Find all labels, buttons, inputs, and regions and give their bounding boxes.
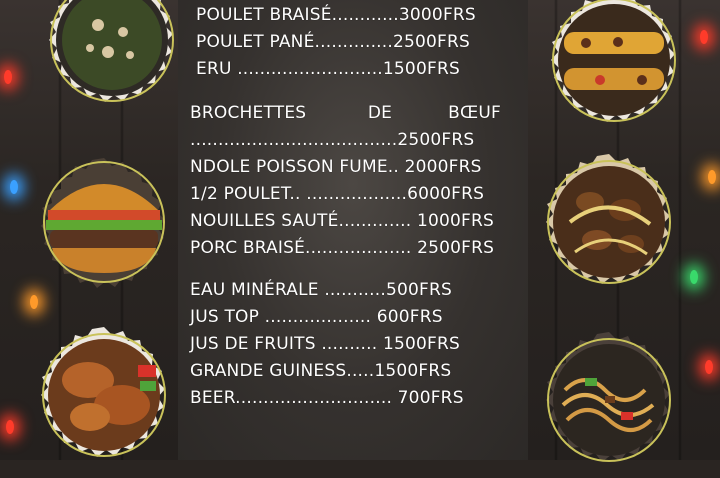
dish-badge-chicken	[30, 325, 178, 473]
light-bulb	[705, 360, 713, 374]
dish-badge-brochettes	[535, 152, 683, 300]
menu-item: EAU MINÉRALE ...........500FRS	[190, 280, 452, 300]
light-bulb	[690, 270, 698, 284]
menu-item: BEER............................ 700FRS	[190, 388, 464, 408]
menu-item: POULET BRAISÉ............3000FRS	[196, 5, 476, 25]
noodles-icon	[546, 332, 671, 462]
menu-item: ERU ..........................1500FRS	[196, 59, 460, 79]
menu-item: 1/2 POULET.. ..................6000FRS	[190, 184, 485, 204]
wrap-icon	[551, 0, 676, 122]
menu-item-price-continuation: .....................................250…	[190, 130, 475, 150]
menu-item: JUS TOP ................... 600FRS	[190, 307, 443, 327]
dish-badge-burger	[30, 148, 178, 296]
menu-item: POULET PANÉ..............2500FRS	[196, 32, 471, 52]
light-bulb	[700, 30, 708, 44]
menu-item: BROCHETTES DE BŒUF	[190, 103, 502, 123]
menu-item: NDOLE POISSON FUME.. 2000FRS	[190, 157, 482, 177]
menu-item: NOUILLES SAUTÉ............. 1000FRS	[190, 211, 495, 231]
light-bulb	[4, 70, 12, 84]
dish-badge-wrap	[540, 0, 688, 138]
eru-plate-icon	[49, 0, 174, 102]
light-bulb	[6, 420, 14, 434]
menu-item: PORC BRAISÉ................... 2500FRS	[190, 238, 495, 258]
dish-badge-noodles	[535, 330, 683, 478]
brochettes-icon	[546, 154, 671, 284]
grilled-chicken-icon	[41, 327, 166, 457]
light-bulb	[30, 295, 38, 309]
dish-badge-eru	[38, 0, 186, 118]
menu-item: JUS DE FRUITS .......... 1500FRS	[190, 334, 460, 354]
burger-icon	[41, 158, 165, 288]
light-bulb	[10, 180, 18, 194]
light-bulb	[708, 170, 716, 184]
menu-item: GRANDE GUINESS.....1500FRS	[190, 361, 452, 381]
